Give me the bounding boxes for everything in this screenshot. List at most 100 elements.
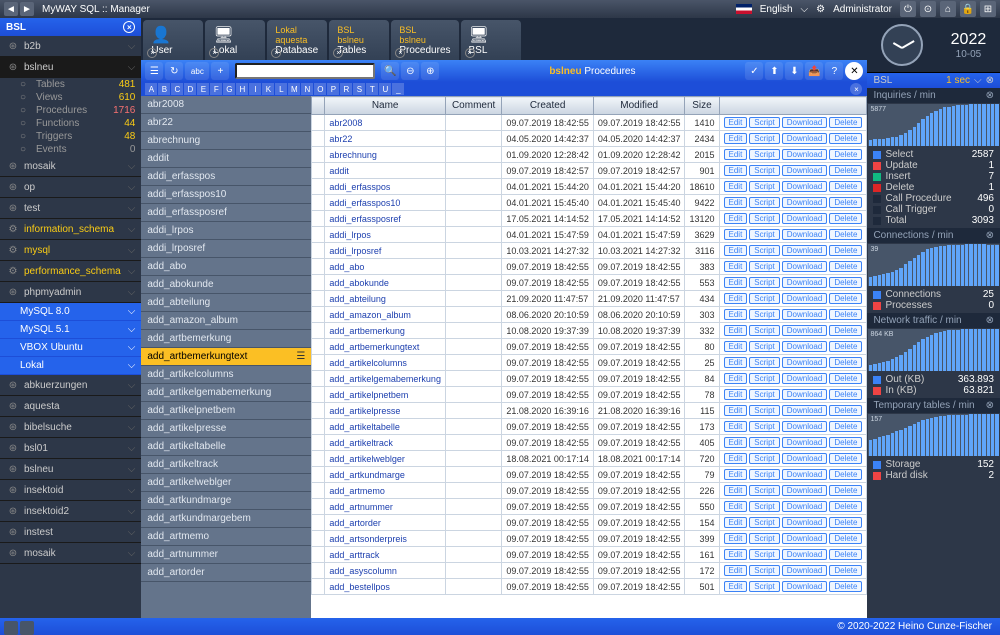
alpha-B[interactable]: B — [158, 83, 170, 95]
db-item-instest[interactable]: ⊛instest⌵ — [0, 522, 141, 543]
edit-button[interactable]: Edit — [724, 229, 748, 240]
row-check[interactable] — [312, 419, 325, 435]
edit-button[interactable]: Edit — [724, 293, 748, 304]
delete-button[interactable]: Delete — [829, 261, 862, 272]
db-item-insektoid2[interactable]: ⊛insektoid2⌵ — [0, 501, 141, 522]
proc-item[interactable]: add_artorder — [141, 564, 311, 582]
download-button[interactable]: Download — [782, 373, 828, 384]
download-button[interactable]: Download — [782, 293, 828, 304]
download-button[interactable]: Download — [782, 581, 828, 592]
search-icon[interactable]: 🔍 — [381, 62, 399, 80]
db-item-aquesta[interactable]: ⊛aquesta⌵ — [0, 396, 141, 417]
col-Name[interactable]: Name — [325, 97, 446, 115]
col-Size[interactable]: Size — [685, 97, 719, 115]
row-check[interactable] — [312, 131, 325, 147]
proc-item[interactable]: add_artikelweblger — [141, 474, 311, 492]
edit-button[interactable]: Edit — [724, 389, 748, 400]
delete-button[interactable]: Delete — [829, 133, 862, 144]
row-check[interactable] — [312, 323, 325, 339]
delete-button[interactable]: Delete — [829, 309, 862, 320]
download-button[interactable]: Download — [782, 165, 828, 176]
row-check[interactable] — [312, 307, 325, 323]
language-label[interactable]: English — [760, 4, 793, 15]
db-item-bslneu[interactable]: ⊛bslneu⌵ — [0, 57, 141, 78]
cell-name[interactable]: add_artbemerkungtext — [325, 339, 446, 355]
delete-button[interactable]: Delete — [829, 293, 862, 304]
cell-name[interactable]: add_artikeltrack — [325, 435, 446, 451]
server-item[interactable]: VBOX Ubuntu⌵ — [0, 339, 141, 357]
download-button[interactable]: Download — [782, 357, 828, 368]
proc-item[interactable]: add_artbemerkungtext☰ — [141, 348, 311, 366]
tab-close-icon[interactable]: × — [465, 48, 475, 58]
script-button[interactable]: Script — [749, 245, 779, 256]
add-icon[interactable]: + — [211, 62, 229, 80]
db-item-b2b[interactable]: ⊛b2b⌵ — [0, 36, 141, 57]
script-button[interactable]: Script — [749, 517, 779, 528]
delete-button[interactable]: Delete — [829, 165, 862, 176]
row-check[interactable] — [312, 435, 325, 451]
alpha-close-icon[interactable]: × — [850, 83, 862, 95]
alpha-P[interactable]: P — [327, 83, 339, 95]
proc-item[interactable]: addi_lrposref — [141, 240, 311, 258]
expand-icon[interactable]: ⊗ — [986, 400, 994, 411]
refresh-icon[interactable]: ↻ — [165, 62, 183, 80]
proc-item[interactable]: add_artkundmargebem — [141, 510, 311, 528]
proc-item[interactable]: add_artbemerkung — [141, 330, 311, 348]
list-icon[interactable]: ☰ — [145, 62, 163, 80]
alpha-G[interactable]: G — [223, 83, 235, 95]
row-check[interactable] — [312, 355, 325, 371]
cell-name[interactable]: addi_erfasspos10 — [325, 195, 446, 211]
proc-item[interactable]: add_artikeltabelle — [141, 438, 311, 456]
delete-button[interactable]: Delete — [829, 517, 862, 528]
lock-icon[interactable]: 🔒 — [960, 1, 976, 17]
delete-button[interactable]: Delete — [829, 533, 862, 544]
db-item-abkuerzungen[interactable]: ⊛abkuerzungen⌵ — [0, 375, 141, 396]
proc-item[interactable]: add_abo — [141, 258, 311, 276]
cell-name[interactable]: add_artikelcolumns — [325, 355, 446, 371]
row-check[interactable] — [312, 579, 325, 595]
download-button[interactable]: Download — [782, 405, 828, 416]
delete-button[interactable]: Delete — [829, 501, 862, 512]
download-button[interactable]: Download — [782, 549, 828, 560]
delete-button[interactable]: Delete — [829, 373, 862, 384]
proc-item[interactable]: addit — [141, 150, 311, 168]
download-button[interactable]: Download — [782, 261, 828, 272]
script-button[interactable]: Script — [749, 453, 779, 464]
check-icon[interactable]: ✓ — [745, 62, 763, 80]
alpha-R[interactable]: R — [340, 83, 352, 95]
edit-button[interactable]: Edit — [724, 405, 748, 416]
script-button[interactable]: Script — [749, 565, 779, 576]
tab-Tables[interactable]: BSLbslneuTables× — [329, 20, 389, 60]
alpha-M[interactable]: M — [288, 83, 300, 95]
delete-button[interactable]: Delete — [829, 421, 862, 432]
gear-icon[interactable]: ⚙ — [816, 4, 825, 15]
proc-item[interactable]: abr22 — [141, 114, 311, 132]
proc-item[interactable]: add_artikelpnetbem — [141, 402, 311, 420]
delete-button[interactable]: Delete — [829, 581, 862, 592]
edit-button[interactable]: Edit — [724, 165, 748, 176]
download-button[interactable]: Download — [782, 149, 828, 160]
server-item[interactable]: MySQL 8.0⌵ — [0, 303, 141, 321]
window-icon[interactable]: ⊞ — [980, 1, 996, 17]
help-icon[interactable]: ? — [825, 62, 843, 80]
download-icon[interactable]: ⬇ — [785, 62, 803, 80]
proc-item[interactable]: add_abokunde — [141, 276, 311, 294]
edit-button[interactable]: Edit — [724, 421, 748, 432]
row-check[interactable] — [312, 147, 325, 163]
script-button[interactable]: Script — [749, 181, 779, 192]
row-check[interactable] — [312, 275, 325, 291]
cell-name[interactable]: add_artikelweblger — [325, 451, 446, 467]
proc-item[interactable]: add_artikelcolumns — [141, 366, 311, 384]
cell-name[interactable]: add_artmemo — [325, 483, 446, 499]
cell-name[interactable]: addit — [325, 163, 446, 179]
cell-name[interactable]: addi_erfassposref — [325, 211, 446, 227]
download-button[interactable]: Download — [782, 565, 828, 576]
delete-button[interactable]: Delete — [829, 181, 862, 192]
download-button[interactable]: Download — [782, 197, 828, 208]
cell-name[interactable]: add_bestellpos — [325, 579, 446, 595]
menu-icon[interactable]: ☰ — [296, 351, 305, 362]
edit-button[interactable]: Edit — [724, 357, 748, 368]
alpha-H[interactable]: H — [236, 83, 248, 95]
row-check[interactable] — [312, 291, 325, 307]
row-check[interactable] — [312, 451, 325, 467]
